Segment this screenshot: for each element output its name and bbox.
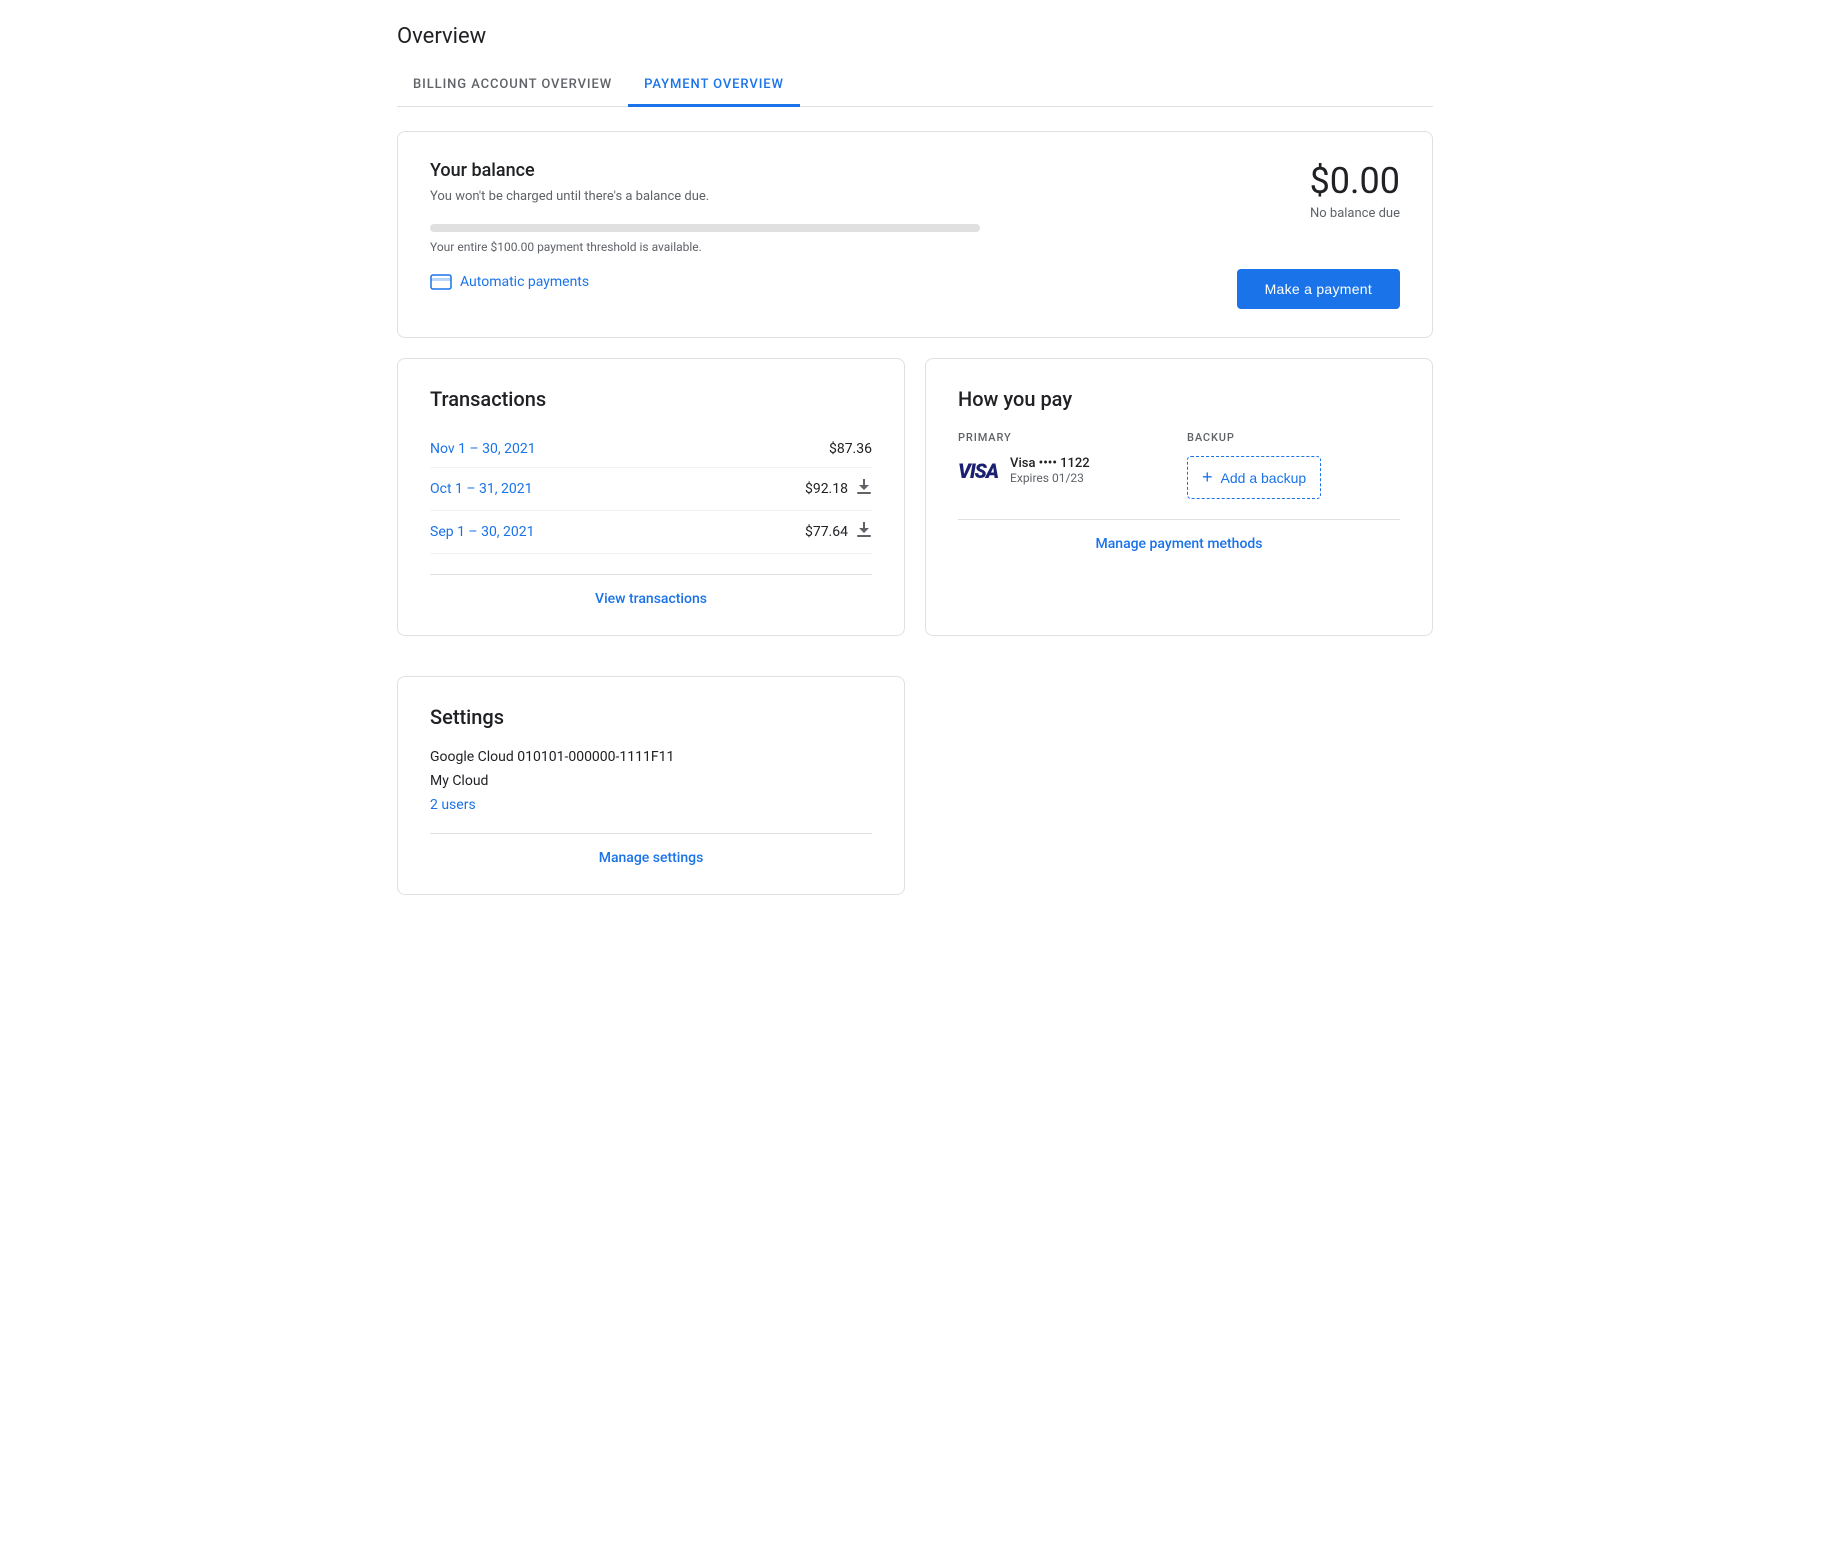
automatic-payments-link[interactable]: Automatic payments [430, 274, 589, 290]
how-you-pay-card: How you pay PRIMARY VISA Visa •••• 1122 … [925, 358, 1433, 636]
payment-threshold-bar [430, 224, 980, 232]
two-col-section: Transactions Nov 1 – 30, 2021 $87.36 Oct… [397, 358, 1433, 656]
card-expiry: Expires 01/23 [1010, 471, 1090, 485]
settings-card: Settings Google Cloud 010101-000000-1111… [397, 676, 905, 895]
make-payment-button[interactable]: Make a payment [1237, 269, 1400, 309]
tab-billing-account-overview[interactable]: BILLING ACCOUNT OVERVIEW [397, 65, 628, 107]
transaction-amount-2: $77.64 [805, 521, 872, 543]
balance-card: Your balance You won't be charged until … [397, 131, 1433, 338]
how-you-pay-title: How you pay [958, 387, 1400, 411]
download-icon-2[interactable] [856, 521, 872, 543]
settings-account-id: Google Cloud 010101-000000-1111F11 [430, 749, 872, 765]
table-row: Nov 1 – 30, 2021 $87.36 [430, 431, 872, 468]
auto-pay-row: Automatic payments [430, 274, 1237, 290]
view-transactions-link[interactable]: View transactions [595, 591, 707, 607]
balance-amount: $0.00 [1237, 160, 1400, 202]
transactions-card: Transactions Nov 1 – 30, 2021 $87.36 Oct… [397, 358, 905, 636]
settings-title: Settings [430, 705, 872, 729]
transaction-period-link-2[interactable]: Sep 1 – 30, 2021 [430, 524, 535, 540]
transactions-title: Transactions [430, 387, 872, 411]
balance-title: Your balance [430, 160, 1237, 181]
add-backup-button[interactable]: + Add a backup [1187, 456, 1321, 499]
primary-label: PRIMARY [958, 431, 1171, 444]
balance-subtitle: You won't be charged until there's a bal… [430, 189, 1237, 204]
manage-payment-methods-link[interactable]: Manage payment methods [1095, 536, 1262, 552]
transaction-period-link-0[interactable]: Nov 1 – 30, 2021 [430, 441, 536, 457]
backup-payment-section: BACKUP + Add a backup [1187, 431, 1400, 499]
plus-icon: + [1202, 467, 1213, 488]
table-row: Oct 1 – 31, 2021 $92.18 [430, 468, 872, 511]
page-title: Overview [397, 24, 1433, 49]
transaction-amount-1: $92.18 [805, 478, 872, 500]
card-name: Visa •••• 1122 [1010, 456, 1090, 471]
backup-label: BACKUP [1187, 431, 1400, 444]
visa-card-details: Visa •••• 1122 Expires 01/23 [1010, 456, 1090, 485]
threshold-text: Your entire $100.00 payment threshold is… [430, 240, 1237, 254]
table-row: Sep 1 – 30, 2021 $77.64 [430, 511, 872, 554]
settings-account-name: My Cloud [430, 773, 872, 789]
balance-right-section: $0.00 No balance due Make a payment [1237, 160, 1400, 309]
make-payment-container: Make a payment [1237, 269, 1400, 309]
how-you-pay-footer: Manage payment methods [958, 519, 1400, 552]
transaction-amount-0: $87.36 [829, 441, 872, 457]
settings-users-link[interactable]: 2 users [430, 797, 476, 813]
add-backup-label: Add a backup [1221, 470, 1307, 486]
settings-footer: Manage settings [430, 833, 872, 866]
visa-logo: VISA [958, 459, 998, 483]
transactions-footer: View transactions [430, 574, 872, 607]
tab-payment-overview[interactable]: PAYMENT OVERVIEW [628, 65, 800, 107]
download-icon-1[interactable] [856, 478, 872, 500]
balance-left-section: Your balance You won't be charged until … [430, 160, 1237, 290]
balance-status: No balance due [1237, 206, 1400, 221]
primary-payment-section: PRIMARY VISA Visa •••• 1122 Expires 01/2… [958, 431, 1171, 499]
payment-methods-grid: PRIMARY VISA Visa •••• 1122 Expires 01/2… [958, 431, 1400, 499]
tabs-container: BILLING ACCOUNT OVERVIEW PAYMENT OVERVIE… [397, 65, 1433, 107]
auto-payments-label: Automatic payments [460, 274, 589, 290]
manage-settings-link[interactable]: Manage settings [599, 850, 704, 866]
primary-payment-card: VISA Visa •••• 1122 Expires 01/23 [958, 456, 1171, 485]
transaction-period-link-1[interactable]: Oct 1 – 31, 2021 [430, 481, 532, 497]
credit-card-icon [430, 274, 452, 290]
